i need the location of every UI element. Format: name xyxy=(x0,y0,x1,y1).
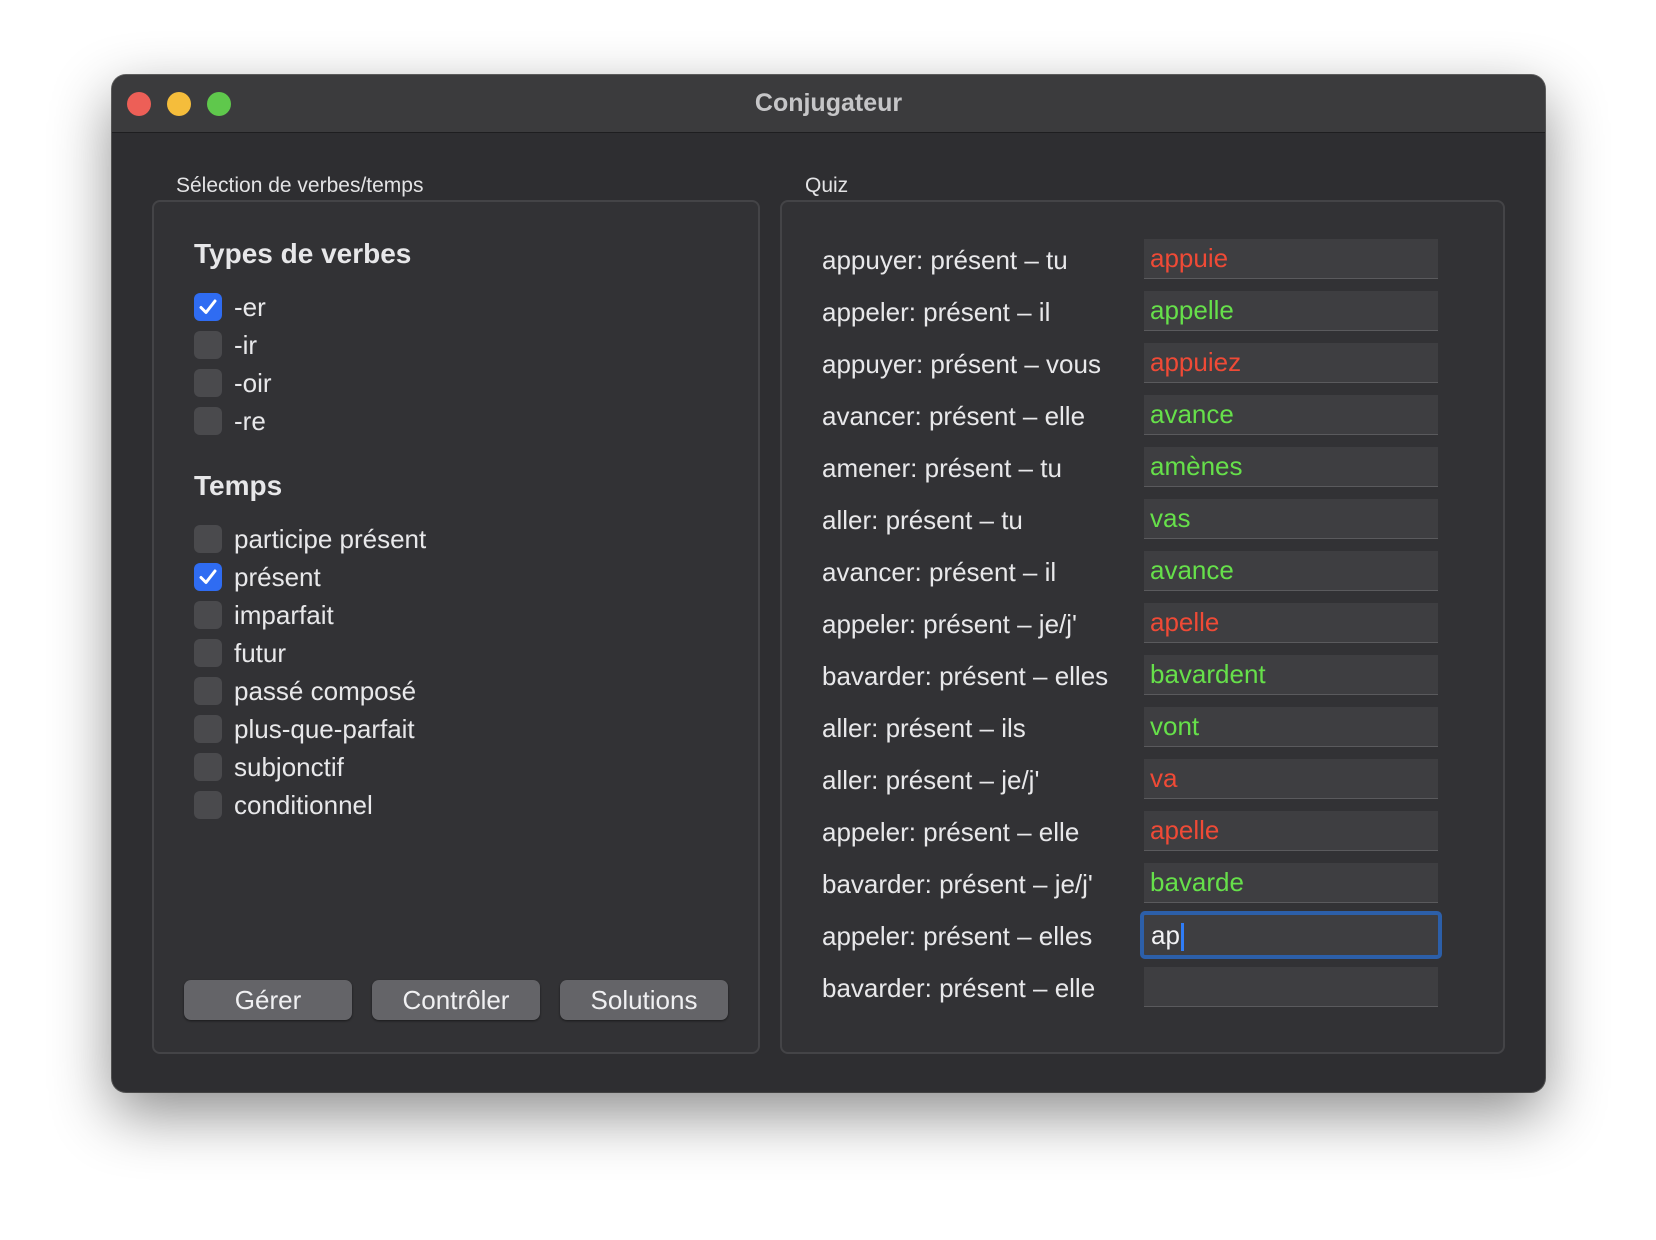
quiz-row: bavarder: présent – elles bavardent xyxy=(112,655,1545,699)
quiz-row: avancer: présent – il avance xyxy=(112,551,1545,595)
quiz-row: appeler: présent – elle apelle xyxy=(112,811,1545,855)
quiz-row: aller: présent – je/j' va xyxy=(112,759,1545,803)
quiz-answer-field[interactable]: va xyxy=(1144,759,1438,799)
quiz-answer-field[interactable]: apelle xyxy=(1144,811,1438,851)
quiz-answer-field[interactable]: appuiez xyxy=(1144,343,1438,383)
quiz-prompt: appuyer: présent – vous xyxy=(822,349,1101,379)
quiz-answer-field[interactable]: bavarde xyxy=(1144,863,1438,903)
quiz-answer-field[interactable]: vas xyxy=(1144,499,1438,539)
quiz-row: appuyer: présent – vous appuiez xyxy=(112,343,1545,387)
quiz-answer-text: appuiez xyxy=(1150,347,1242,377)
quiz-prompt: appeler: présent – elles xyxy=(822,921,1093,951)
quiz-answer-text: ap xyxy=(1151,920,1180,950)
quiz-row: appeler: présent – je/j' apelle xyxy=(112,603,1545,647)
quiz-prompt: aller: présent – tu xyxy=(822,505,1023,535)
quiz-answer-text: vont xyxy=(1150,711,1200,741)
quiz-prompt: appeler: présent – je/j' xyxy=(822,609,1078,639)
quiz-answer-field[interactable]: avance xyxy=(1144,395,1438,435)
quiz-row: aller: présent – tu vas xyxy=(112,499,1545,543)
quiz-answer-text: appelle xyxy=(1150,295,1234,325)
quiz-answer-text: vas xyxy=(1150,503,1191,533)
text-caret xyxy=(1180,923,1184,952)
window-title: Conjugateur xyxy=(754,89,903,117)
conjugateur-window: Conjugateur Sélection de verbes/temps Ty… xyxy=(112,75,1545,1092)
quiz-prompt: appuyer: présent – tu xyxy=(822,245,1068,275)
quiz-answer-field[interactable]: appuie xyxy=(1144,239,1438,279)
quiz-answer-text: appuie xyxy=(1150,243,1229,273)
quiz-prompt: appeler: présent – elle xyxy=(822,817,1080,847)
quiz-row: appeler: présent – elles ap xyxy=(112,911,1545,959)
quiz-prompt: bavarder: présent – elle xyxy=(822,973,1096,1003)
quiz-row: bavarder: présent – elle xyxy=(112,967,1545,1011)
quiz-prompt: avancer: présent – il xyxy=(822,557,1057,587)
quiz-answer-field[interactable]: bavardent xyxy=(1144,655,1438,695)
selection-group-label: Sélection de verbes/temps xyxy=(176,174,424,197)
quiz-answer-field[interactable]: ap xyxy=(1140,911,1442,959)
quiz-answer-text: amènes xyxy=(1150,451,1243,481)
quiz-answer-text: bavarde xyxy=(1150,867,1244,897)
quiz-prompt: amener: présent – tu xyxy=(822,453,1062,483)
quiz-prompt: aller: présent – ils xyxy=(822,713,1026,743)
quiz-prompt: appeler: présent – il xyxy=(822,297,1051,327)
quiz-row: appuyer: présent – tu appuie xyxy=(112,239,1545,283)
quiz-row: avancer: présent – elle avance xyxy=(112,395,1545,439)
quiz-row: appeler: présent – il appelle xyxy=(112,291,1545,335)
quiz-answer-field[interactable]: apelle xyxy=(1144,603,1438,643)
quiz-prompt: aller: présent – je/j' xyxy=(822,765,1040,795)
title-bar[interactable]: Conjugateur xyxy=(112,75,1545,133)
quiz-answer-field[interactable]: amènes xyxy=(1144,447,1438,487)
quiz-prompt: bavarder: présent – je/j' xyxy=(822,869,1093,899)
quiz-row: bavarder: présent – je/j' bavarde xyxy=(112,863,1545,907)
quiz-answer-text: avance xyxy=(1150,399,1234,429)
quiz-answer-text: avance xyxy=(1150,555,1234,585)
quiz-answer-text: apelle xyxy=(1150,607,1220,637)
quiz-row: aller: présent – ils vont xyxy=(112,707,1545,751)
quiz-prompt: bavarder: présent – elles xyxy=(822,661,1109,691)
quiz-group-label: Quiz xyxy=(805,174,849,197)
quiz-prompt: avancer: présent – elle xyxy=(822,401,1086,431)
quiz-answer-field[interactable] xyxy=(1144,967,1438,1007)
quiz-answer-text: apelle xyxy=(1150,815,1220,845)
quiz-row: amener: présent – tu amènes xyxy=(112,447,1545,491)
quiz-answer-field[interactable]: avance xyxy=(1144,551,1438,591)
quiz-answer-text: va xyxy=(1150,763,1178,793)
quiz-answer-field[interactable]: vont xyxy=(1144,707,1438,747)
quiz-answer-field[interactable]: appelle xyxy=(1144,291,1438,331)
quiz-answer-text: bavardent xyxy=(1150,659,1266,689)
